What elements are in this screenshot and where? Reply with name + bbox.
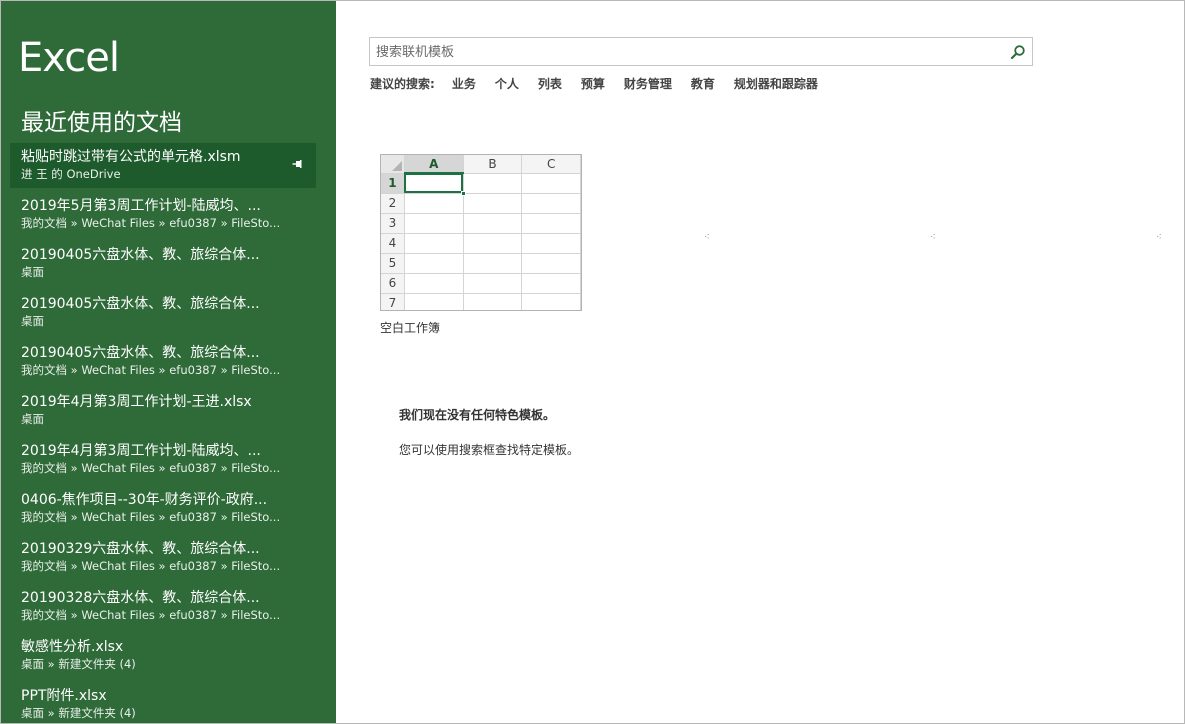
- recent-document-item[interactable]: 20190405六盘水体、教、旅综合体... 桌面: [10, 241, 316, 290]
- column-header: C: [521, 155, 581, 174]
- recent-document-item[interactable]: 粘贴时跳过带有公式的单元格.xlsm 进 王 的 OneDrive: [10, 143, 316, 188]
- pin-icon[interactable]: [292, 158, 304, 170]
- grid-cell: [404, 273, 464, 294]
- recent-document-name: 0406-焦作项目--30年-财务评价-政府...: [21, 492, 268, 508]
- grid-cell: [404, 253, 464, 274]
- grid-cell: [404, 173, 466, 196]
- recent-document-item[interactable]: 2019年4月第3周工作计划-王进.xlsx 桌面: [10, 388, 316, 437]
- grid-cell: [404, 293, 464, 310]
- recent-document-item[interactable]: 20190329六盘水体、教、旅综合体... 我的文档 » WeChat File…: [10, 535, 316, 584]
- grid-cell: [521, 273, 581, 294]
- recent-document-path: 进 王 的 OneDrive: [21, 167, 121, 181]
- recent-document-name: 20190405六盘水体、教、旅综合体...: [21, 345, 260, 361]
- backstage-sidebar: Excel 最近使用的文档 粘贴时跳过带有公式的单元格.xlsm 进 王 的 On…: [1, 1, 336, 723]
- grid-cell: [404, 233, 464, 254]
- row-header: 4: [381, 233, 405, 254]
- suggested-search-link[interactable]: 规划器和跟踪器: [734, 75, 818, 92]
- suggested-search-link[interactable]: 教育: [691, 75, 715, 92]
- recent-document-name: 2019年4月第3周工作计划-陆威均、...: [21, 443, 261, 459]
- grid-cell: [521, 233, 581, 254]
- row-header: 2: [381, 193, 405, 214]
- recent-document-path: 桌面 » 新建文件夹 (4): [21, 657, 136, 671]
- column-header: B: [463, 155, 523, 174]
- loading-indicator: ⁖: [930, 232, 936, 243]
- grid-cell: [521, 253, 581, 274]
- app-title: Excel: [18, 35, 120, 81]
- row-header: 3: [381, 213, 405, 234]
- fill-handle: [460, 190, 466, 196]
- row-header: 5: [381, 253, 405, 274]
- recent-document-name: 20190405六盘水体、教、旅综合体...: [21, 247, 260, 263]
- column-header: A: [404, 155, 464, 174]
- grid-cell: [521, 293, 581, 310]
- recent-document-item[interactable]: 20190405六盘水体、教、旅综合体... 桌面: [10, 290, 316, 339]
- no-featured-templates-message: 我们现在没有任何特色模板。: [399, 408, 556, 422]
- recent-document-name: 粘贴时跳过带有公式的单元格.xlsm: [21, 149, 241, 165]
- recent-document-item[interactable]: PPT附件.xlsx 桌面 » 新建文件夹 (4): [10, 682, 316, 723]
- recent-document-path: 我的文档 » WeChat Files » efu0387 » FileSto.…: [21, 363, 281, 377]
- grid-cell: [521, 213, 581, 234]
- grid-cell: [521, 173, 581, 194]
- recent-document-path: 我的文档 » WeChat Files » efu0387 » FileSto.…: [21, 608, 281, 622]
- row-header: 1: [381, 173, 405, 194]
- recent-document-item[interactable]: 0406-焦作项目--30年-财务评价-政府... 我的文档 » WeChat F…: [10, 486, 316, 535]
- recent-document-name: 2019年5月第3周工作计划-陆威均、...: [21, 198, 261, 214]
- suggested-search-link[interactable]: 个人: [495, 75, 519, 92]
- grid-cell: [404, 213, 464, 234]
- main-pane: 建议的搜索: 业务个人列表预算财务管理教育规划器和跟踪器 ABC1234567 …: [336, 1, 1184, 723]
- recent-document-name: 2019年4月第3周工作计划-王进.xlsx: [21, 394, 252, 410]
- recent-document-path: 桌面: [21, 412, 44, 426]
- recent-document-path: 我的文档 » WeChat Files » efu0387 » FileSto.…: [21, 461, 281, 475]
- template-search-box[interactable]: [369, 37, 1033, 66]
- blank-workbook-label[interactable]: 空白工作簿: [380, 319, 440, 336]
- grid-corner: [381, 155, 405, 174]
- grid-cell: [463, 293, 523, 310]
- recent-document-item[interactable]: 20190405六盘水体、教、旅综合体... 我的文档 » WeChat File…: [10, 339, 316, 388]
- blank-workbook-grid-preview: ABC 1234567: [381, 155, 581, 310]
- grid-cell: [521, 193, 581, 214]
- recent-document-item[interactable]: 敏感性分析.xlsx 桌面 » 新建文件夹 (4): [10, 633, 316, 682]
- grid-cell: [463, 193, 523, 214]
- recent-documents-heading: 最近使用的文档: [21, 110, 182, 136]
- select-all-triangle: [391, 160, 402, 171]
- search-icon[interactable]: [1010, 44, 1026, 60]
- template-search-input[interactable]: [376, 42, 996, 62]
- recent-document-name: 20190328六盘水体、教、旅综合体...: [21, 590, 260, 606]
- recent-document-item[interactable]: 2019年4月第3周工作计划-陆威均、... 我的文档 » WeChat File…: [10, 437, 316, 486]
- blank-workbook-tile[interactable]: ABC 1234567: [380, 154, 582, 311]
- grid-cell: [463, 173, 523, 194]
- recent-document-item[interactable]: 20190328六盘水体、教、旅综合体... 我的文档 » WeChat File…: [10, 584, 316, 633]
- grid-cell: [463, 253, 523, 274]
- loading-indicator: ⁖: [704, 232, 710, 243]
- suggested-searches-label: 建议的搜索:: [370, 77, 435, 91]
- recent-document-path: 桌面: [21, 314, 44, 328]
- recent-document-path: 我的文档 » WeChat Files » efu0387 » FileSto.…: [21, 559, 281, 573]
- recent-document-name: 20190329六盘水体、教、旅综合体...: [21, 541, 260, 557]
- suggested-search-link[interactable]: 财务管理: [624, 75, 672, 92]
- recent-document-name: 敏感性分析.xlsx: [21, 639, 124, 655]
- grid-cell: [463, 273, 523, 294]
- recent-document-path: 我的文档 » WeChat Files » efu0387 » FileSto.…: [21, 216, 281, 230]
- search-hint-message: 您可以使用搜索框查找特定模板。: [399, 443, 580, 457]
- recent-document-name: PPT附件.xlsx: [21, 688, 107, 704]
- suggested-searches: 建议的搜索: 业务 个人 列表 预算 财务管理 教育 规划器和跟踪器: [370, 75, 837, 92]
- recent-documents-list: 粘贴时跳过带有公式的单元格.xlsm 进 王 的 OneDrive 2019年5月第…: [10, 143, 316, 723]
- recent-document-item[interactable]: 2019年5月第3周工作计划-陆威均、... 我的文档 » WeChat File…: [10, 192, 316, 241]
- suggested-search-link[interactable]: 列表: [538, 75, 562, 92]
- recent-document-path: 桌面: [21, 265, 44, 279]
- suggested-search-link[interactable]: 业务: [452, 75, 476, 92]
- grid-cell: [404, 193, 464, 214]
- row-header: 6: [381, 273, 405, 294]
- row-header: 7: [381, 293, 405, 310]
- recent-document-path: 桌面 » 新建文件夹 (4): [21, 706, 136, 720]
- loading-indicator: ⁖: [1156, 232, 1162, 243]
- suggested-search-link[interactable]: 预算: [581, 75, 605, 92]
- recent-document-name: 20190405六盘水体、教、旅综合体...: [21, 296, 260, 312]
- recent-document-path: 我的文档 » WeChat Files » efu0387 » FileSto.…: [21, 510, 281, 524]
- grid-cell: [463, 233, 523, 254]
- grid-cell: [463, 213, 523, 234]
